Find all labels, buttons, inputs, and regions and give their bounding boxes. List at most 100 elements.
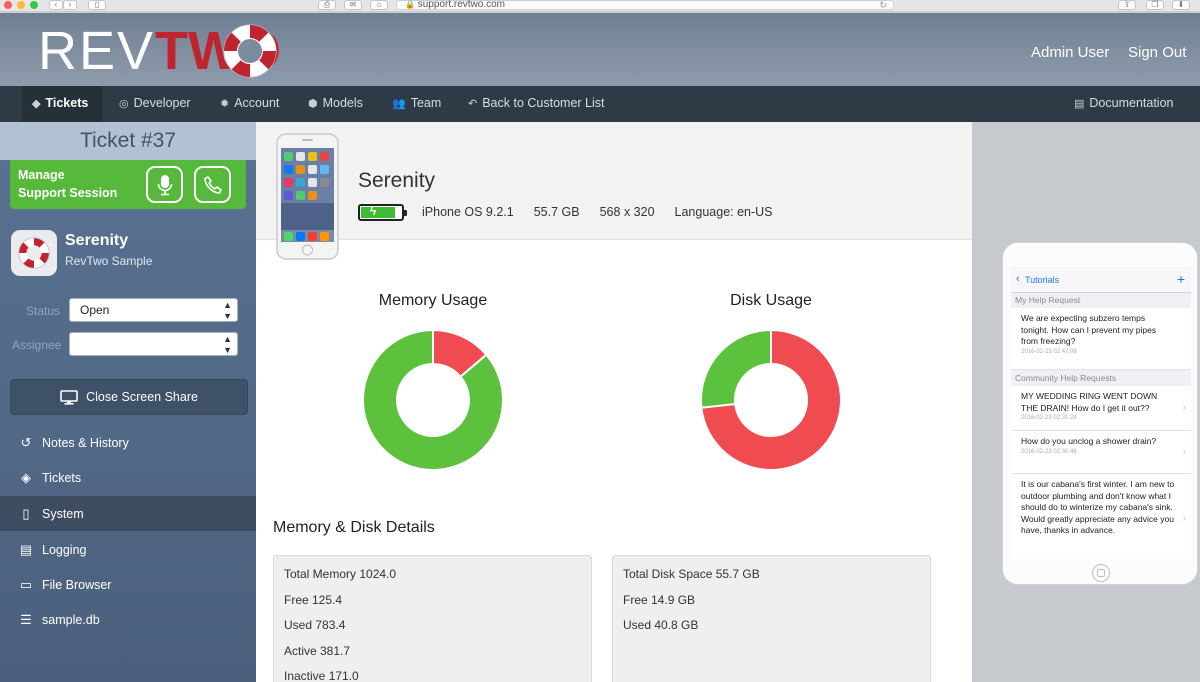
home-button-square: [1097, 569, 1105, 577]
select-arrows-icon: ▲ ▼: [223, 300, 232, 321]
device-mirror[interactable]: ‹ Tutorials + My Help Request We are exp…: [1002, 242, 1198, 585]
donut-slice-free: [700, 329, 772, 409]
microphone-button[interactable]: [146, 166, 183, 203]
memory-details-box: Total Memory 1024.0 Free 125.4 Used 783.…: [273, 555, 592, 682]
share-icon[interactable]: ⇪: [1118, 0, 1136, 10]
chevron-left-icon[interactable]: ‹: [1016, 273, 1020, 285]
screen-share-area: ‹ Tutorials + My Help Request We are exp…: [972, 122, 1200, 682]
zoom-window-button[interactable]: [30, 1, 38, 9]
nav-models-label: Models: [322, 96, 363, 110]
lifebuoy-icon: [18, 237, 50, 269]
mirror-back-button[interactable]: Tutorials: [1025, 275, 1059, 285]
battery-nub: [404, 209, 407, 216]
cube-icon: ⬢: [308, 97, 318, 110]
history-icon: ↺: [20, 434, 32, 450]
disk-usage-donut: [700, 329, 842, 471]
memory-detail-line: Active 381.7: [284, 644, 351, 658]
mirror-add-button[interactable]: +: [1177, 271, 1185, 287]
memory-usage-donut: [362, 329, 504, 471]
mirror-request-text: We are expecting subzero temps tonight. …: [1021, 313, 1157, 346]
sidebar-item-logging[interactable]: ▤ Logging: [0, 532, 256, 567]
status-select[interactable]: Open ▲ ▼: [69, 298, 238, 322]
details-title: Memory & Disk Details: [273, 519, 435, 536]
sidebar-item-label: Logging: [42, 542, 87, 557]
nav-developer-label: Developer: [133, 96, 191, 110]
nav-tickets[interactable]: ◆ Tickets: [32, 96, 88, 110]
close-screen-share-label: Close Screen Share: [86, 390, 198, 404]
mirror-community-cell[interactable]: It is our cabana's first winter. I am ne…: [1011, 474, 1191, 559]
nav-account-label: Account: [234, 96, 280, 110]
battery-level-fill: [361, 206, 395, 218]
sidebar-item-notes-history[interactable]: ↺ Notes & History: [0, 425, 256, 460]
status-value: Open: [80, 303, 110, 317]
mirror-community-text: It is our cabana's first winter. I am ne…: [1021, 479, 1175, 535]
close-screen-share-button[interactable]: Close Screen Share: [10, 379, 248, 415]
nav-back-to-customers[interactable]: ↶ Back to Customer List: [468, 96, 604, 110]
phone-call-button[interactable]: [194, 166, 231, 203]
device-mirror-screen[interactable]: ‹ Tutorials + My Help Request We are exp…: [1011, 267, 1191, 559]
sidebar-item-tickets[interactable]: ◈ Tickets: [0, 460, 256, 495]
nav-models[interactable]: ⬢ Models: [308, 96, 363, 110]
mirror-section-community: Community Help Requests: [1015, 373, 1117, 383]
chevron-right-icon: ›: [1182, 402, 1186, 413]
nav-team[interactable]: 👥 Team: [392, 96, 441, 110]
mirror-request-cell[interactable]: We are expecting subzero temps tonight. …: [1011, 308, 1191, 370]
assignee-select[interactable]: ▲ ▼: [69, 332, 238, 356]
device-storage: 55.7 GB: [533, 205, 580, 219]
device-header: Serenity ϟ iPhone OS 9.2.1 55.7 GB 568 x…: [256, 122, 972, 260]
home-button[interactable]: [1092, 564, 1110, 582]
mirror-community-date: 2016-02-23 02:30:46: [1021, 448, 1077, 455]
nav-documentation[interactable]: ▤ Documentation: [1074, 96, 1173, 110]
nav-back-label: Back to Customer List: [482, 96, 605, 110]
sidebar-item-sample-db[interactable]: ☰ sample.db: [0, 602, 256, 637]
disk-details-box: Total Disk Space 55.7 GB Free 14.9 GB Us…: [612, 555, 931, 682]
ticket-title-bar: Ticket #37: [0, 122, 256, 160]
mirror-community-cell[interactable]: How do you unclog a shower drain? 2016-0…: [1011, 431, 1191, 474]
memory-detail-line: Used 783.4: [284, 618, 346, 632]
close-window-button[interactable]: [4, 1, 12, 9]
sidebar-toggle-icon[interactable]: ▯: [88, 0, 106, 10]
mirror-community-date: 2016-02-23 02:31:28: [1021, 415, 1077, 421]
nav-account[interactable]: ✹ Account: [220, 96, 279, 110]
sidebar-item-label: File Browser: [42, 577, 112, 592]
mirror-community-text: MY WEDDING RING WENT DOWN THE DRAIN! How…: [1021, 391, 1158, 413]
address-bar[interactable]: 🔒 support.revtwo.com ↻: [396, 0, 894, 10]
memory-detail-line: Inactive 171.0: [284, 669, 359, 682]
download-icon[interactable]: ⬇: [1172, 0, 1190, 10]
status-label: Status: [26, 304, 61, 318]
back-arrow-icon[interactable]: ‹: [49, 0, 63, 10]
monitor-icon: [60, 389, 78, 405]
device-name: Serenity: [358, 169, 436, 192]
reload-icon[interactable]: ↻: [879, 1, 887, 10]
forward-arrow-icon[interactable]: ›: [63, 0, 77, 10]
sidebar-item-label: Tickets: [42, 470, 82, 485]
memory-detail-line: Total Memory 1024.0: [284, 567, 397, 581]
manage-session-label: Manage Support Session: [18, 166, 117, 202]
lifebuoy-icon: [223, 24, 277, 78]
printer-icon[interactable]: ⎙: [318, 0, 336, 10]
tabs-icon[interactable]: ❐: [1146, 0, 1164, 10]
url-text: support.revtwo.com: [417, 0, 506, 10]
mail-icon[interactable]: ✉: [344, 0, 362, 10]
developer-icon: ◎: [119, 97, 129, 110]
logo-rev: REV: [38, 21, 156, 81]
folder-icon: ▭: [19, 576, 33, 592]
disk-usage-title: Disk Usage: [730, 292, 812, 309]
device-language: Language: en-US: [674, 205, 773, 219]
team-icon: 👥: [392, 97, 406, 110]
manage-line-1: Manage: [18, 168, 65, 182]
nav-developer[interactable]: ◎ Developer: [119, 96, 191, 110]
home-icon[interactable]: ⌂: [370, 0, 388, 10]
sign-out-link[interactable]: Sign Out: [1128, 44, 1186, 61]
reply-arrow-icon: ↶: [468, 97, 478, 110]
sidebar-item-label: sample.db: [42, 612, 100, 627]
admin-user-link[interactable]: Admin User: [1031, 44, 1109, 61]
nav-team-label: Team: [410, 96, 442, 110]
mirror-community-cell[interactable]: MY WEDDING RING WENT DOWN THE DRAIN! How…: [1011, 386, 1191, 431]
minimize-window-button[interactable]: [17, 1, 25, 9]
sidebar-item-file-browser[interactable]: ▭ File Browser: [0, 567, 256, 602]
mirror-section-my-request: My Help Request: [1015, 295, 1081, 305]
app-header: REVTWO Admin User Sign Out: [0, 13, 1200, 86]
document-icon: ▤: [19, 541, 33, 557]
sidebar-item-system[interactable]: ▯ System: [0, 496, 256, 531]
